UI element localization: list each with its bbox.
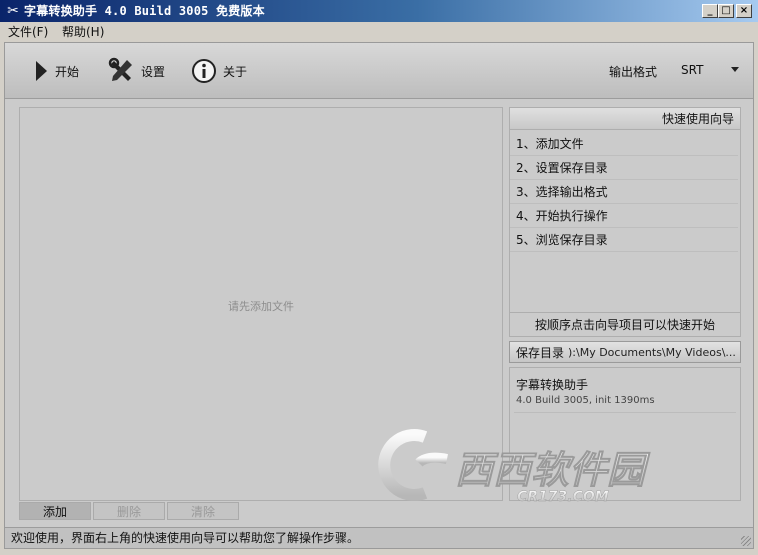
menu-bar: 文件(F) 帮助(H) bbox=[0, 22, 758, 42]
about-label: 关于 bbox=[223, 64, 248, 79]
about-button[interactable]: 关于 bbox=[191, 57, 247, 85]
resize-grip-icon[interactable] bbox=[741, 536, 751, 546]
output-format-select[interactable]: SRT bbox=[681, 63, 739, 79]
guide-footer: 按顺序点击向导项目可以快速开始 bbox=[510, 312, 740, 336]
guide-header: 快速使用向导 bbox=[510, 108, 740, 130]
file-list-placeholder: 请先添加文件 bbox=[228, 300, 294, 313]
delete-button[interactable]: 删除 bbox=[93, 502, 165, 520]
guide-item-start[interactable]: 4、开始执行操作 bbox=[510, 204, 738, 228]
info-version: 4.0 Build 3005, init 1390ms bbox=[516, 395, 655, 406]
watermark-en-text: CR173.COM bbox=[517, 489, 609, 505]
watermark-cn-text: 西西软件园 bbox=[455, 448, 651, 492]
guide-item-select-format[interactable]: 3、选择输出格式 bbox=[510, 180, 738, 204]
minimize-button[interactable]: _ bbox=[702, 4, 718, 18]
app-icon: ✂ bbox=[7, 3, 19, 19]
dropdown-arrow-icon bbox=[731, 67, 739, 72]
status-bar: 欢迎使用，界面右上角的快速使用向导可以帮助您了解操作步骤。 bbox=[5, 527, 753, 548]
start-label: 开始 bbox=[55, 64, 80, 79]
toolbar: 开始 设置 关于 输出格式 SRT bbox=[5, 43, 753, 99]
output-format-value: SRT bbox=[681, 63, 704, 77]
menu-file[interactable]: 文件(F) bbox=[8, 24, 48, 40]
main-client-area: 开始 设置 关于 输出格式 SRT 请先添加文件 添加 删除 清除 快速使用向导… bbox=[4, 42, 754, 549]
settings-button[interactable]: 设置 bbox=[107, 57, 165, 85]
output-format-label: 输出格式 bbox=[609, 65, 658, 79]
divider bbox=[514, 412, 736, 413]
clear-button[interactable]: 清除 bbox=[167, 502, 239, 520]
guide-item-set-save-dir[interactable]: 2、设置保存目录 bbox=[510, 156, 738, 180]
quick-guide-panel: 快速使用向导 1、添加文件 2、设置保存目录 3、选择输出格式 4、开始执行操作… bbox=[509, 107, 741, 337]
guide-item-browse-dir[interactable]: 5、浏览保存目录 bbox=[510, 228, 738, 252]
window-title: 字幕转换助手 4.0 Build 3005 免费版本 bbox=[24, 4, 265, 18]
info-icon bbox=[191, 58, 217, 84]
close-button[interactable]: × bbox=[736, 4, 752, 18]
menu-help[interactable]: 帮助(H) bbox=[62, 24, 104, 40]
info-app-name: 字幕转换助手 bbox=[516, 378, 589, 392]
add-button[interactable]: 添加 bbox=[19, 502, 91, 520]
title-bar: ✂ 字幕转换助手 4.0 Build 3005 免费版本 _ □ × bbox=[0, 0, 758, 22]
status-text: 欢迎使用，界面右上角的快速使用向导可以帮助您了解操作步骤。 bbox=[11, 531, 360, 545]
save-directory-label: 保存目录 bbox=[516, 345, 565, 360]
save-directory-path: ):\My Documents\My Videos\... bbox=[568, 345, 736, 359]
save-directory-button[interactable]: 保存目录 ):\My Documents\My Videos\... bbox=[509, 341, 741, 363]
tools-icon bbox=[107, 57, 135, 85]
cr173-watermark-logo: 西西软件园 CR173.COM bbox=[367, 423, 687, 507]
guide-item-add-file[interactable]: 1、添加文件 bbox=[510, 132, 738, 156]
settings-label: 设置 bbox=[141, 64, 166, 79]
maximize-button[interactable]: □ bbox=[718, 4, 734, 18]
play-icon bbox=[33, 59, 49, 83]
start-button[interactable]: 开始 bbox=[33, 57, 79, 85]
